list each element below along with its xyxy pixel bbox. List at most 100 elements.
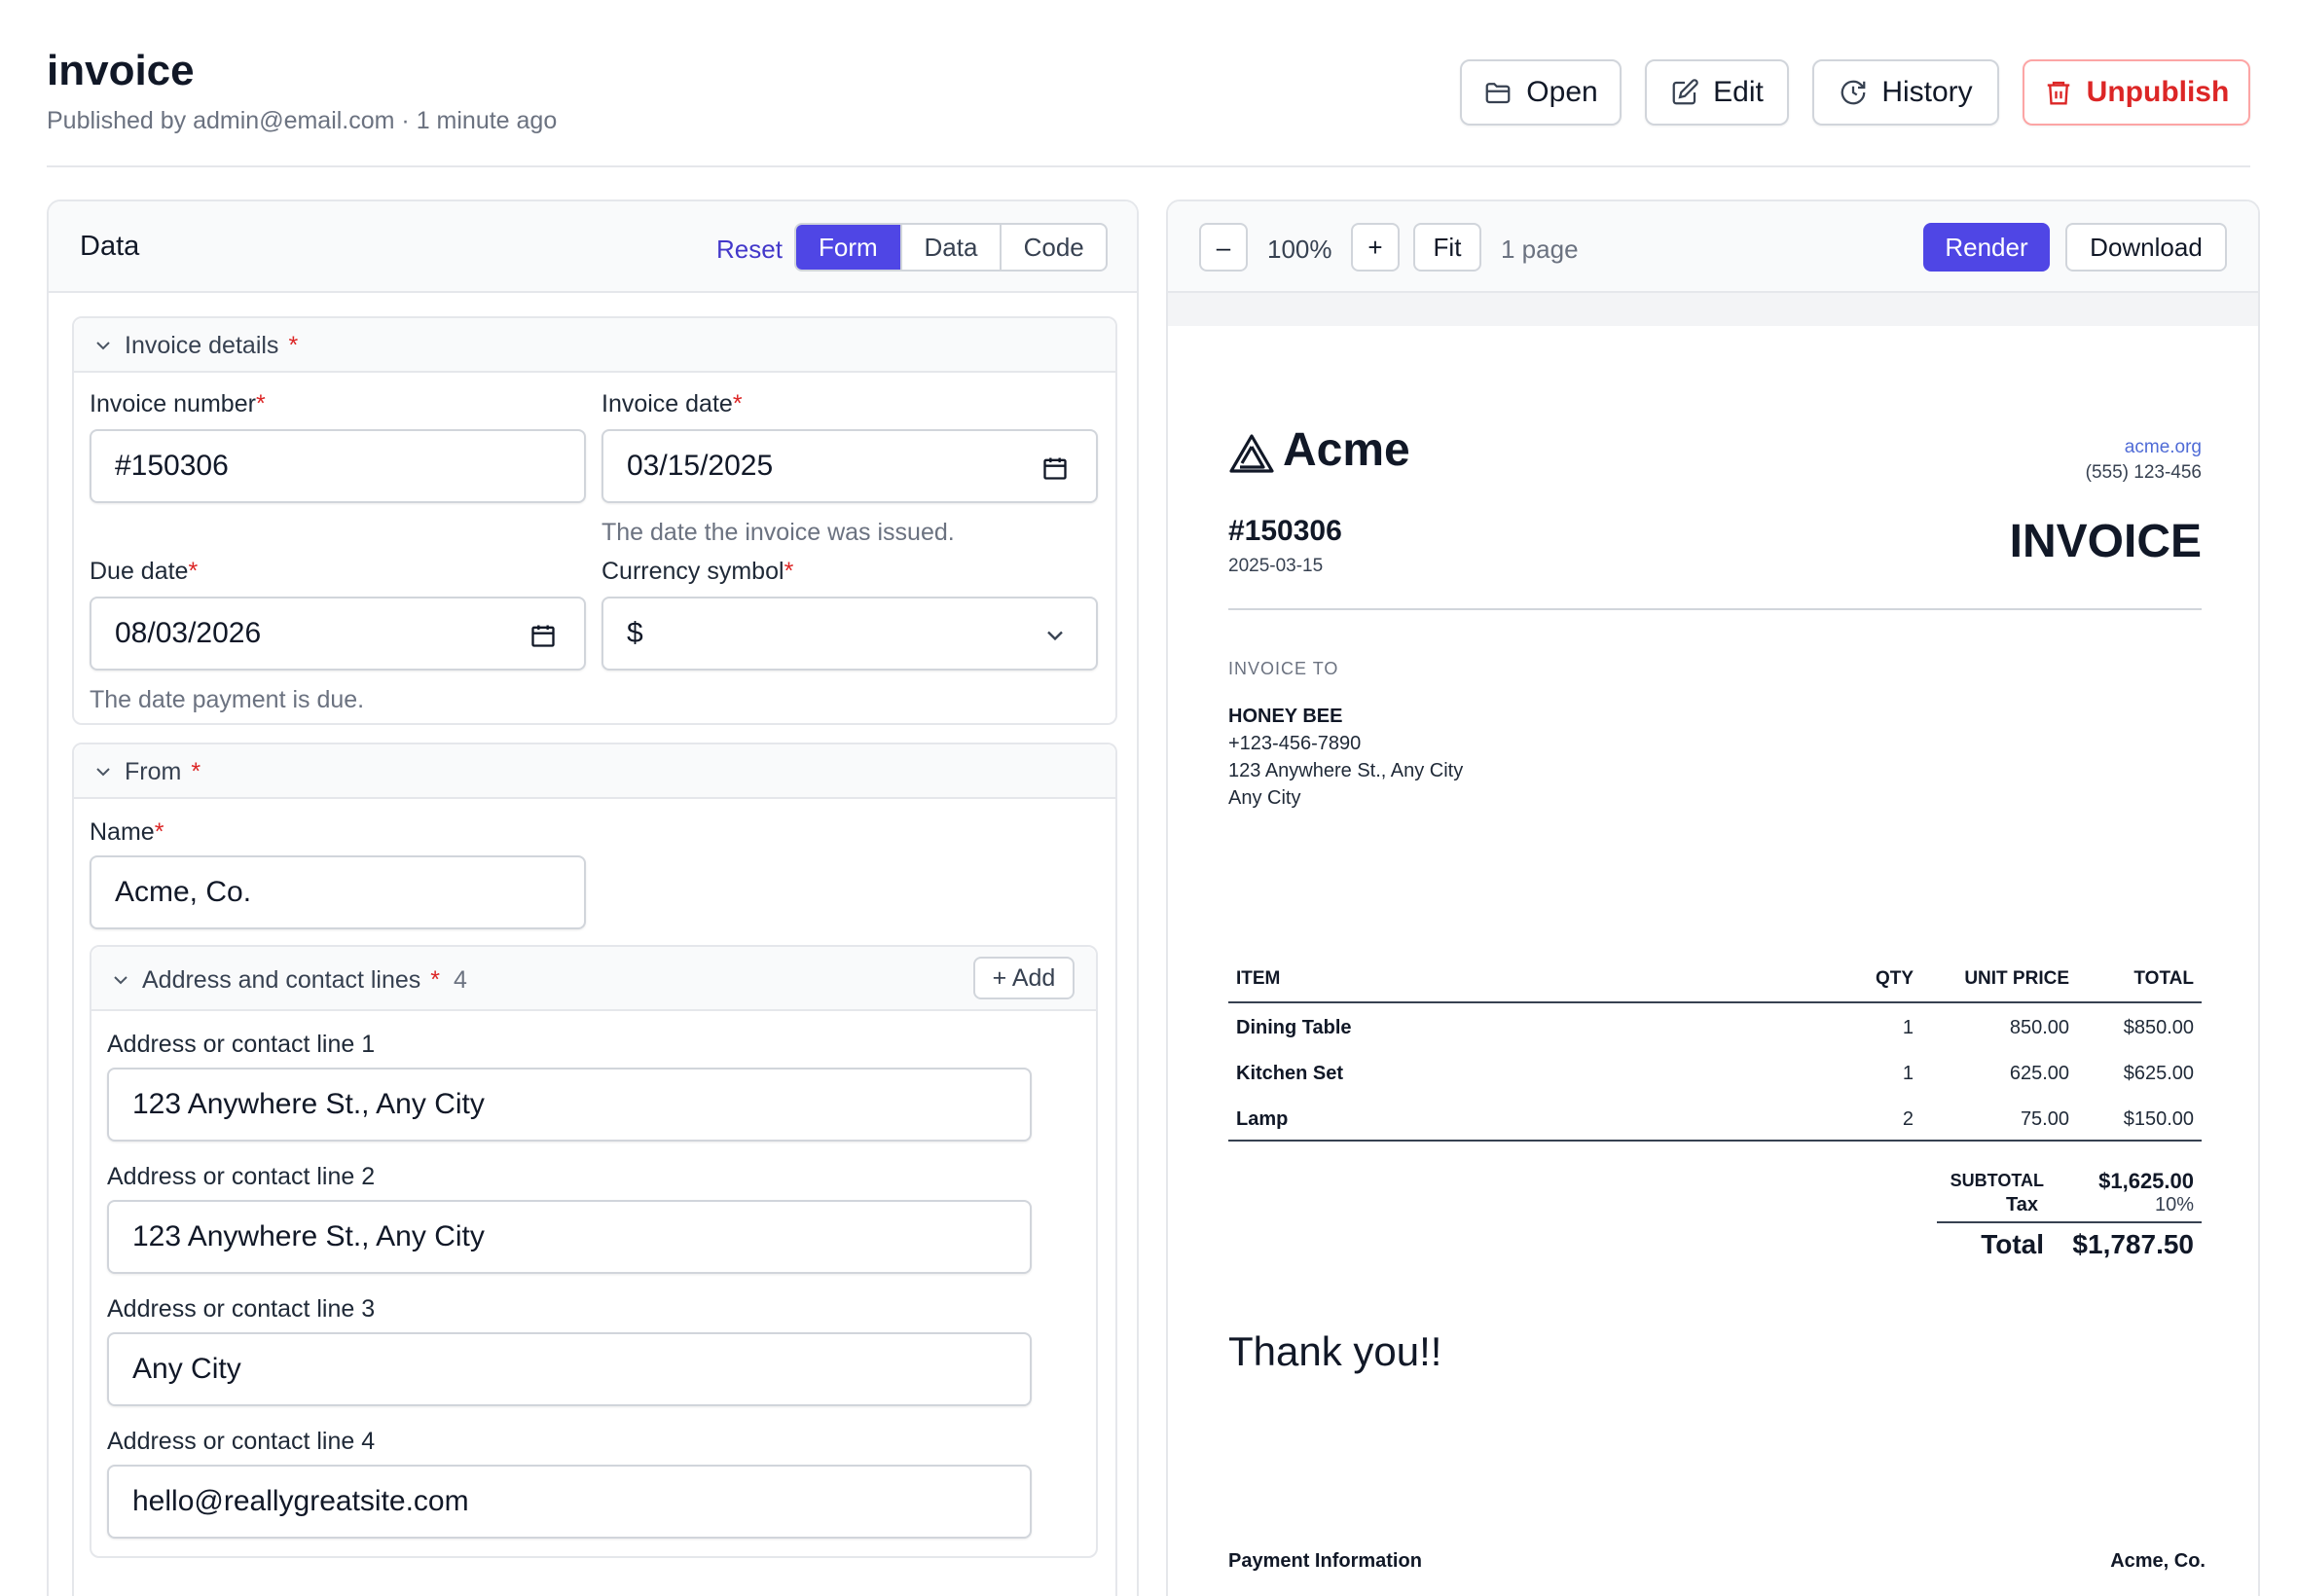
address-line-3-label: Address or contact line 3: [107, 1295, 376, 1323]
edit-button-label: Edit: [1713, 76, 1764, 108]
invoice-date-hint: The date the invoice was issued.: [602, 519, 955, 546]
bill-to-line: Any City: [1228, 787, 1301, 809]
table-cell: Kitchen Set: [1236, 1063, 1344, 1084]
address-line-1-label: Address or contact line 1: [107, 1031, 376, 1058]
tax-rule: [1937, 1221, 2202, 1223]
table-cell: $625.00: [2123, 1063, 2194, 1084]
unpublish-button[interactable]: Unpublish: [2023, 59, 2250, 126]
address-line-2-input[interactable]: 123 Anywhere St., Any City: [107, 1200, 1032, 1274]
invoice-date-label: Invoice date*: [602, 390, 743, 417]
table-cell: 1: [1902, 1017, 1914, 1038]
table-cell: $850.00: [2123, 1017, 2194, 1038]
currency-symbol-label: Currency symbol*: [602, 558, 794, 585]
address-line-3-input[interactable]: Any City: [107, 1332, 1032, 1406]
from-header[interactable]: From *: [74, 744, 1115, 799]
invoice-to-label: INVOICE TO: [1228, 659, 1339, 678]
page-count: 1 page: [1501, 235, 1579, 264]
due-date-label: Due date*: [90, 558, 199, 585]
company-website: acme.org: [2124, 437, 2202, 457]
chevron-down-icon: [1047, 631, 1063, 641]
table-header-unit-price: UNIT PRICE: [1964, 968, 2069, 989]
invoice-details-section: Invoice details * Invoice number* #150306…: [72, 316, 1117, 725]
zoom-level: 100%: [1267, 235, 1332, 264]
fit-button[interactable]: Fit: [1413, 223, 1481, 272]
currency-symbol-select[interactable]: $: [602, 597, 1098, 671]
data-panel-header: Data Reset Form Data Code: [49, 201, 1137, 293]
edit-button[interactable]: Edit: [1645, 59, 1789, 126]
payment-info-label: Payment Information: [1228, 1550, 1422, 1572]
due-date-input[interactable]: 08/03/2026: [90, 597, 586, 671]
zoom-in-button[interactable]: +: [1351, 223, 1400, 272]
doc-invoice-date: 2025-03-15: [1228, 556, 1324, 576]
tax-label: Tax: [2006, 1194, 2038, 1215]
acme-logo-icon: [1229, 434, 1274, 473]
doc-invoice-number: #150306: [1228, 515, 1342, 547]
address-lines-count: 4: [454, 966, 467, 994]
history-icon: [1841, 80, 1866, 105]
invoice-details-title: Invoice details *: [125, 332, 299, 359]
view-mode-toggle: Form Data Code: [794, 223, 1108, 272]
subtotal-value: $1,625.00: [2098, 1169, 2194, 1193]
name-label: Name*: [90, 818, 164, 846]
preview-panel: – 100% + Fit 1 page Render Download Acme…: [1166, 200, 2260, 1596]
preview-gutter: [1168, 293, 2258, 326]
address-line-4-label: Address or contact line 4: [107, 1428, 376, 1455]
bill-to-line: +123-456-7890: [1228, 733, 1362, 754]
page-title: invoice: [47, 47, 195, 94]
table-cell: 850.00: [2009, 1017, 2069, 1038]
chevron-down-icon: [96, 768, 110, 777]
address-lines-header[interactable]: Address and contact lines * 4 + Add: [91, 947, 1096, 1011]
render-button[interactable]: Render: [1923, 223, 2050, 272]
data-panel-title: Data: [80, 231, 140, 262]
zoom-out-button[interactable]: –: [1199, 223, 1248, 272]
subtotal-label: SUBTOTAL: [1950, 1171, 2044, 1190]
calendar-icon[interactable]: [1041, 454, 1069, 482]
history-button[interactable]: History: [1812, 59, 1999, 126]
thank-you-note: Thank you!!: [1228, 1328, 1442, 1374]
open-button[interactable]: Open: [1460, 59, 1622, 126]
invoice-number-label: Invoice number*: [90, 390, 266, 417]
address-line-2-label: Address or contact line 2: [107, 1163, 376, 1190]
table-header-qty: QTY: [1875, 968, 1914, 989]
folder-icon: [1485, 83, 1511, 104]
download-button[interactable]: Download: [2065, 223, 2227, 272]
bill-to-line: 123 Anywhere St., Any City: [1228, 760, 1464, 781]
open-button-label: Open: [1526, 76, 1598, 108]
table-bottom-rule: [1228, 1140, 2202, 1142]
tab-code[interactable]: Code: [1000, 225, 1106, 270]
invoice-details-header[interactable]: Invoice details *: [74, 318, 1115, 373]
divider: [1228, 608, 2202, 610]
from-section: From * Name* Acme, Co. Address and contac…: [72, 743, 1117, 1596]
address-line-1-input[interactable]: 123 Anywhere St., Any City: [107, 1068, 1032, 1142]
reset-link[interactable]: Reset: [716, 235, 783, 265]
invoice-number-input[interactable]: #150306: [90, 429, 586, 503]
add-line-button[interactable]: + Add: [973, 957, 1075, 999]
address-lines-section: Address and contact lines * 4 + Add Addres…: [90, 945, 1098, 1558]
tab-form[interactable]: Form: [796, 225, 900, 270]
table-header-rule: [1228, 1001, 2202, 1003]
name-input[interactable]: Acme, Co.: [90, 855, 586, 929]
data-panel: Data Reset Form Data Code Invoice detail…: [47, 200, 1139, 1596]
doc-title: INVOICE: [2009, 516, 2202, 567]
invoice-date-input[interactable]: 03/15/2025: [602, 429, 1098, 503]
table-header-total: TOTAL: [2133, 968, 2194, 989]
total-value: $1,787.50: [2072, 1229, 2194, 1259]
brand-name: Acme: [1283, 424, 1410, 476]
invoice-document: Acme acme.org (555) 123-456 #150306 2025…: [1168, 326, 2258, 1596]
address-lines-title: Address and contact lines * 4: [142, 966, 467, 994]
due-date-hint: The date payment is due.: [90, 686, 365, 713]
table-cell: Lamp: [1236, 1108, 1289, 1130]
table-cell: $150.00: [2123, 1108, 2194, 1130]
table-cell: 75.00: [2020, 1108, 2069, 1130]
tax-value: 10%: [2154, 1194, 2194, 1215]
table-header-item: ITEM: [1236, 968, 1281, 989]
page-header: invoice Published by admin@email.com · 1…: [47, 0, 2250, 167]
calendar-icon[interactable]: [529, 622, 557, 649]
chevron-down-icon: [96, 342, 110, 350]
bill-to-name: HONEY BEE: [1228, 706, 1343, 727]
address-line-4-input[interactable]: hello@reallygreatsite.com: [107, 1465, 1032, 1539]
company-name: Acme, Co.: [2110, 1550, 2206, 1572]
tab-data[interactable]: Data: [899, 225, 1001, 270]
table-cell: 1: [1902, 1063, 1914, 1084]
edit-icon: [1672, 79, 1698, 105]
